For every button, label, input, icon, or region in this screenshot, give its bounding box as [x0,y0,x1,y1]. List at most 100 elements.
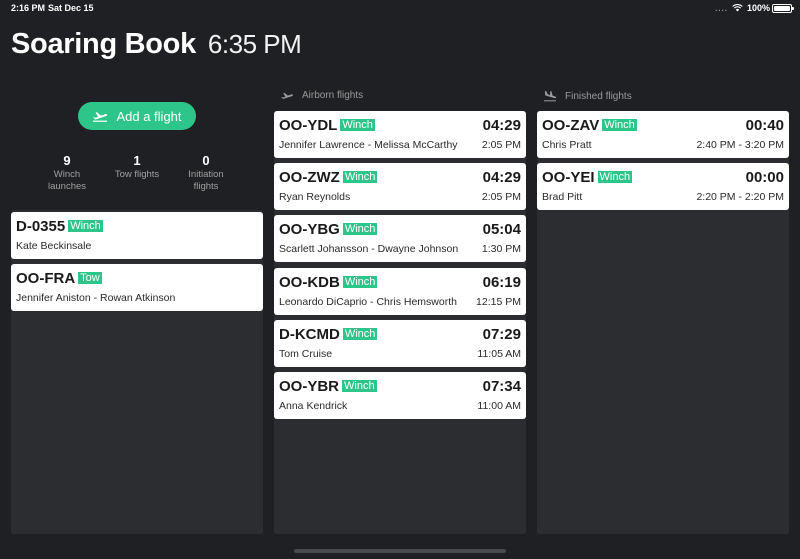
stat-value: 0 [202,153,210,168]
stat-label: Tow flights [114,169,160,180]
stat-label: Winch [53,169,81,180]
flight-time: 11:05 AM [477,348,521,360]
stat-label: Initiation [188,169,224,180]
flight-time: 2:05 PM [481,191,521,203]
flight-pilots: Leonardo DiCaprio - Chris Hemsworth [279,296,457,308]
wifi-icon [732,4,743,12]
airplane-takeoff-icon [281,92,293,99]
stat-tow-flights: 1 Tow flights [107,153,167,181]
flight-pilots: Tom Cruise [279,348,333,360]
page-header: Soaring Book 6:35 PM [11,28,302,61]
stat-label: flights [193,181,219,192]
flight-registration: OO-YBR Winch [279,378,377,395]
page-title: Soaring Book [11,28,196,60]
flight-pilots: Kate Beckinsale [16,240,92,252]
status-bar: 2:16 PM Sat Dec 15 .... 100% [0,0,800,16]
airborn-flight-card[interactable]: OO-YDL Winch 04:29 Jennifer Lawrence - Me… [274,111,526,158]
flight-registration: OO-FRA Tow [16,270,102,287]
flight-time: 2:40 PM - 3:20 PM [696,139,784,151]
registration-text: OO-FRA [16,270,76,287]
registration-text: OO-YEI [542,169,595,186]
airplane-landing-icon [544,91,557,102]
registration-text: OO-YBG [279,221,340,238]
current-time: 6:35 PM [207,29,302,59]
launch-type-badge: Winch [597,171,633,183]
add-flight-label: Add a flight [116,108,182,124]
flight-duration: 07:34 [482,378,521,395]
airborn-flights-column: OO-YDL Winch 04:29 Jennifer Lawrence - Me… [274,111,526,534]
stat-initiation-flights: 0 Initiation flights [176,153,236,192]
flight-time: 12:15 PM [476,296,521,308]
airborn-flight-card[interactable]: OO-YBR Winch 07:34 Anna Kendrick 11:00 AM [274,372,526,419]
flight-time: 2:05 PM [481,139,521,151]
stat-winch-launches: 9 Winch launches [37,153,97,192]
finished-flights-header: Finished flights [543,90,632,102]
launch-type-badge: Winch [342,276,378,288]
flight-registration: OO-ZAV Winch [542,117,637,134]
battery-icon [772,4,794,13]
flight-pilots: Scarlett Johansson - Dwayne Johnson [279,243,459,255]
flight-registration: OO-YDL Winch [279,117,375,134]
airborn-flights-header: Airborn flights [280,90,363,101]
home-indicator[interactable] [294,549,506,553]
launch-type-badge: Winch [68,220,103,232]
status-right: .... 100% [715,3,770,13]
flight-registration: OO-YBG Winch [279,221,378,238]
launch-type-badge: Winch [342,171,378,183]
registration-text: OO-KDB [279,274,340,291]
registration-text: D-0355 [16,218,66,235]
flight-pilots: Jennifer Aniston - Rowan Atkinson [16,292,176,304]
finished-flights-column: OO-ZAV Winch 00:40 Chris Pratt 2:40 PM - … [537,111,789,534]
airborn-flight-card[interactable]: OO-KDB Winch 06:19 Leonardo DiCaprio - Ch… [274,268,526,315]
registration-text: OO-YDL [279,117,338,134]
flight-registration: D-KCMD Winch [279,326,378,343]
registration-text: OO-ZWZ [279,169,340,186]
flight-time: 11:00 AM [477,400,521,412]
launch-type-badge: Winch [342,328,378,340]
stat-label: launches [47,181,87,192]
battery-percent: 100% [746,3,770,13]
flight-duration: 07:29 [482,326,521,343]
flight-time: 1:30 PM [481,243,521,255]
registration-text: OO-YBR [279,378,339,395]
launch-type-badge: Winch [342,223,378,235]
finished-flights-label: Finished flights [565,90,632,102]
registration-text: OO-ZAV [542,117,600,134]
flight-registration: OO-YEI Winch [542,169,633,186]
launch-type-badge: Tow [78,272,102,284]
airborn-flights-label: Airborn flights [302,90,364,101]
flight-pilots: Chris Pratt [542,139,592,151]
pending-flight-card[interactable]: D-0355 Winch Kate Beckinsale [11,212,263,259]
airborn-flight-card[interactable]: OO-YBG Winch 05:04 Scarlett Johansson - D… [274,215,526,262]
flight-duration: 05:04 [482,221,521,238]
flight-pilots: Jennifer Lawrence - Melissa McCarthy [279,139,458,151]
launch-type-badge: Winch [342,380,377,392]
flight-duration: 00:00 [745,169,784,186]
status-time: 2:16 PM [11,3,46,13]
launch-type-badge: Winch [340,119,375,131]
airborn-flight-card[interactable]: D-KCMD Winch 07:29 Tom Cruise 11:05 AM [274,320,526,367]
stat-value: 9 [63,153,71,168]
flight-pilots: Ryan Reynolds [279,191,351,203]
launch-type-badge: Winch [602,119,637,131]
finished-flight-card[interactable]: OO-YEI Winch 00:00 Brad Pitt 2:20 PM - 2:… [537,163,789,210]
registration-text: D-KCMD [279,326,340,343]
signal-icon: .... [715,3,728,13]
flight-registration: D-0355 Winch [16,218,103,235]
flight-pilots: Anna Kendrick [279,400,348,412]
flight-time: 2:20 PM - 2:20 PM [696,191,784,203]
airborn-flight-card[interactable]: OO-ZWZ Winch 04:29 Ryan Reynolds 2:05 PM [274,163,526,210]
flight-duration: 04:29 [482,117,521,134]
flight-duration: 04:29 [482,169,521,186]
status-date: Sat Dec 15 [48,3,94,13]
flight-duration: 00:40 [745,117,784,134]
finished-flight-card[interactable]: OO-ZAV Winch 00:40 Chris Pratt 2:40 PM - … [537,111,789,158]
flight-registration: OO-KDB Winch [279,274,378,291]
flight-stats: 9 Winch launches 1 Tow flights 0 Initiat… [37,153,247,193]
airplane-takeoff-icon [93,112,108,122]
add-flight-button[interactable]: Add a flight [78,102,196,130]
stat-value: 1 [133,153,141,168]
pending-flight-card[interactable]: OO-FRA Tow Jennifer Aniston - Rowan Atkin… [11,264,263,311]
flight-duration: 06:19 [482,274,521,291]
flight-registration: OO-ZWZ Winch [279,169,378,186]
